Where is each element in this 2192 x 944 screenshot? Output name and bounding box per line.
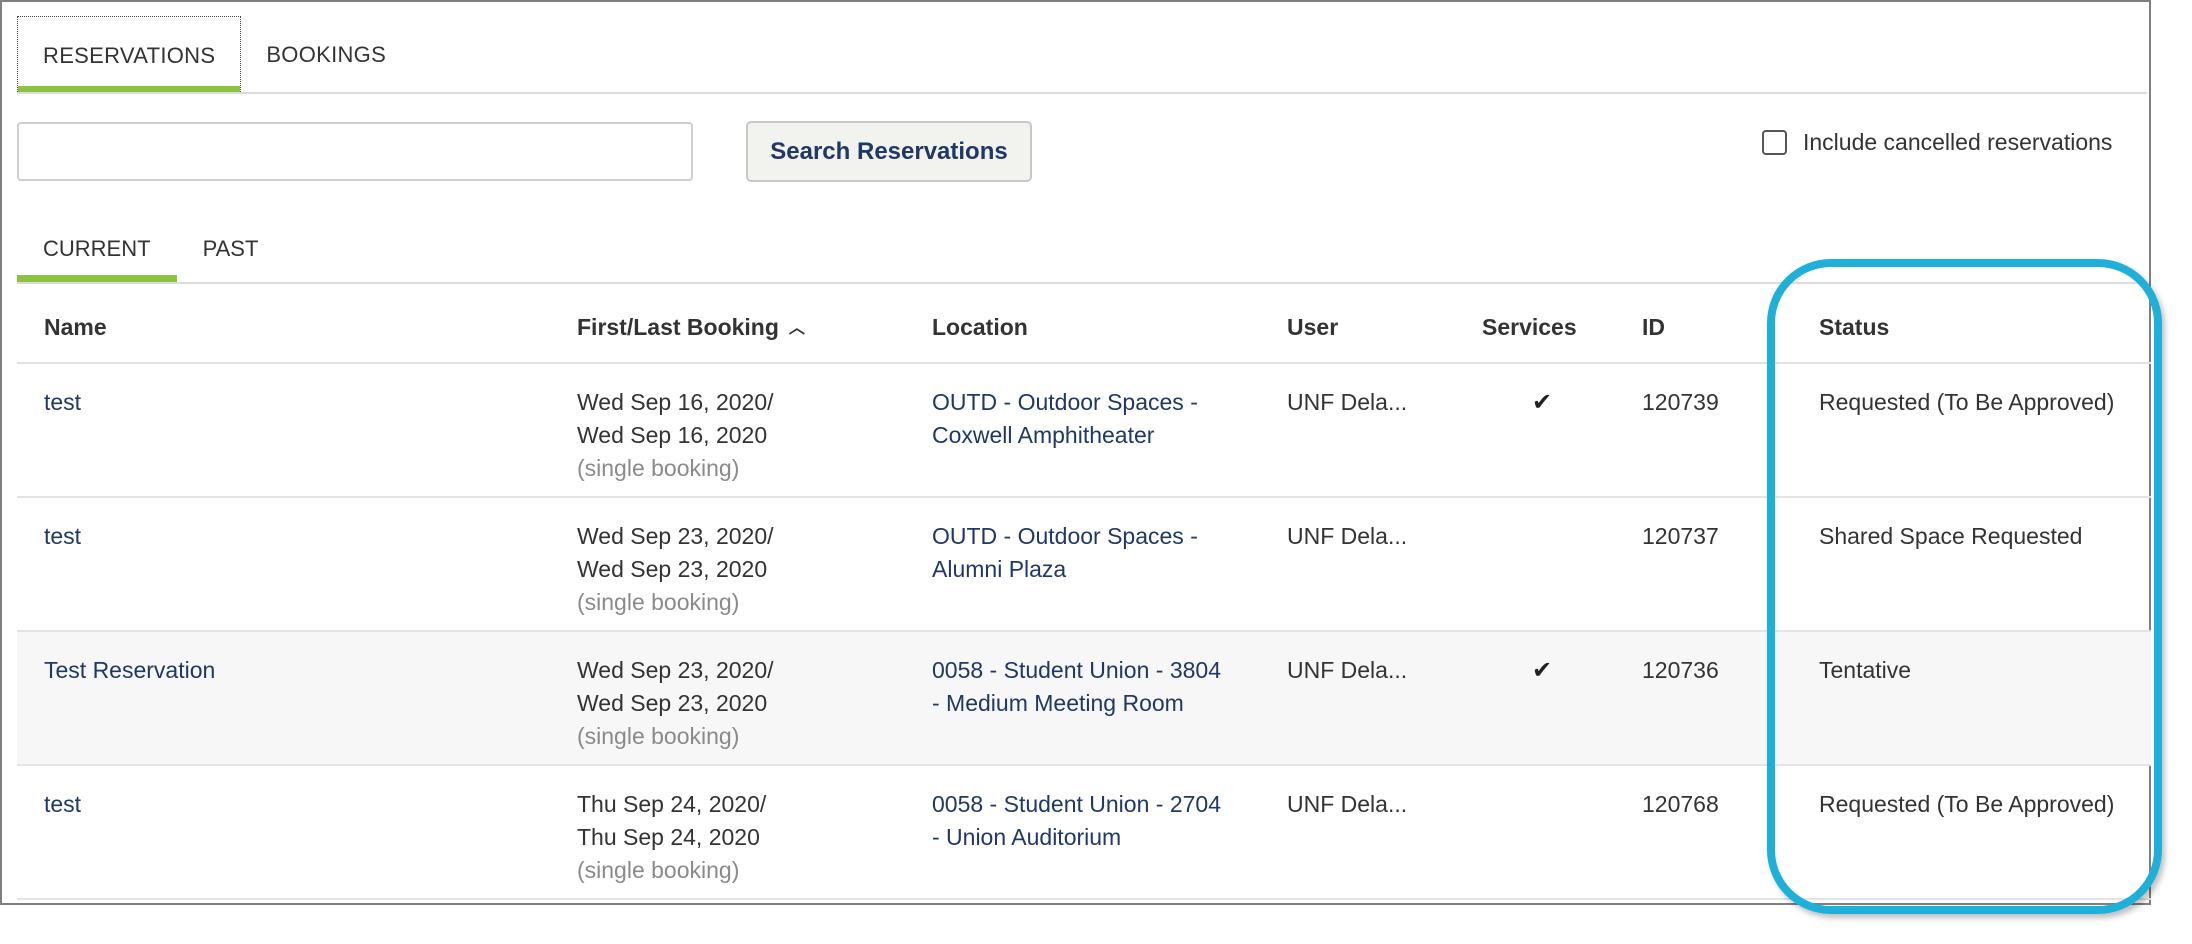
booking-note: (single booking): [577, 723, 740, 749]
last-booking: Wed Sep 23, 2020: [577, 690, 768, 716]
status-text: Requested (To Be Approved): [1819, 791, 2115, 817]
header-name[interactable]: Name: [44, 314, 107, 341]
header-location[interactable]: Location: [932, 314, 1028, 341]
location-link[interactable]: OUTD - Outdoor Spaces - Coxwell Amphithe…: [932, 386, 1198, 452]
include-cancelled-label: Include cancelled reservations: [1803, 129, 2113, 155]
tab-divider: [17, 92, 2147, 94]
last-booking: Wed Sep 16, 2020: [577, 422, 768, 448]
search-reservations-button[interactable]: Search Reservations: [746, 121, 1032, 182]
booking-note: (single booking): [577, 589, 740, 615]
reservations-panel: RESERVATIONS BOOKINGS Search Reservation…: [0, 0, 2151, 905]
header-first-last-booking[interactable]: First/Last Booking ︿: [577, 314, 805, 341]
last-booking: Thu Sep 24, 2020: [577, 824, 760, 850]
first-booking: Wed Sep 23, 2020/: [577, 657, 774, 683]
status-text: Requested (To Be Approved): [1819, 389, 2115, 415]
booking-note: (single booking): [577, 455, 740, 481]
booking-note: (single booking): [577, 857, 740, 883]
location-line-2: Coxwell Amphitheater: [932, 422, 1155, 448]
user-cell: UNF Dela...: [1287, 523, 1408, 549]
header-user[interactable]: User: [1287, 314, 1338, 341]
header-booking-label: First/Last Booking: [577, 314, 779, 340]
reservation-id: 120737: [1642, 523, 1719, 549]
user-cell: UNF Dela...: [1287, 389, 1408, 415]
top-tab-bar: RESERVATIONS BOOKINGS: [17, 16, 411, 94]
booking-dates: Wed Sep 23, 2020/ Wed Sep 23, 2020 (sing…: [577, 654, 774, 753]
location-line-1: 0058 - Student Union - 3804: [932, 657, 1221, 683]
table-header: Name First/Last Booking ︿ Location User S…: [17, 292, 2151, 364]
header-services[interactable]: Services: [1482, 314, 1577, 341]
user-cell: UNF Dela...: [1287, 791, 1408, 817]
reservation-id: 120768: [1642, 791, 1719, 817]
tab-reservations[interactable]: RESERVATIONS: [17, 16, 242, 94]
location-line-2: - Medium Meeting Room: [932, 690, 1184, 716]
checkmark-icon: ✔: [1531, 657, 1553, 684]
location-line-2: Alumni Plaza: [932, 556, 1067, 582]
header-status[interactable]: Status: [1819, 314, 1889, 341]
reservation-name-link[interactable]: test: [44, 788, 81, 821]
search-input[interactable]: [17, 122, 693, 181]
table-row: Test Reservation Wed Sep 23, 2020/ Wed S…: [17, 632, 2151, 766]
subtab-divider: [17, 282, 2147, 284]
first-booking: Thu Sep 24, 2020/: [577, 791, 767, 817]
table-row: test Wed Sep 23, 2020/ Wed Sep 23, 2020 …: [17, 498, 2151, 632]
location-line-1: OUTD - Outdoor Spaces -: [932, 523, 1198, 549]
booking-dates: Wed Sep 16, 2020/ Wed Sep 16, 2020 (sing…: [577, 386, 774, 485]
location-link[interactable]: 0058 - Student Union - 3804 - Medium Mee…: [932, 654, 1221, 720]
booking-dates: Thu Sep 24, 2020/ Thu Sep 24, 2020 (sing…: [577, 788, 766, 887]
reservation-name-link[interactable]: Test Reservation: [44, 654, 215, 687]
user-cell: UNF Dela...: [1287, 657, 1408, 683]
include-cancelled-option[interactable]: Include cancelled reservations: [1762, 129, 2112, 156]
status-text: Tentative: [1819, 657, 1912, 683]
reservation-name-link[interactable]: test: [44, 386, 81, 419]
header-id[interactable]: ID: [1642, 314, 1665, 341]
location-link[interactable]: OUTD - Outdoor Spaces - Alumni Plaza: [932, 520, 1198, 586]
include-cancelled-checkbox[interactable]: [1762, 130, 1787, 155]
first-booking: Wed Sep 23, 2020/: [577, 523, 774, 549]
tab-past[interactable]: PAST: [177, 214, 285, 284]
reservation-id: 120736: [1642, 657, 1719, 683]
location-line-2: - Union Auditorium: [932, 824, 1122, 850]
chevron-up-icon: ︿: [788, 320, 805, 337]
last-booking: Wed Sep 23, 2020: [577, 556, 768, 582]
location-link[interactable]: 0058 - Student Union - 2704 - Union Audi…: [932, 788, 1221, 854]
reservations-table: Name First/Last Booking ︿ Location User S…: [17, 292, 2151, 900]
tab-current[interactable]: CURRENT: [17, 214, 177, 284]
table-row: test Wed Sep 16, 2020/ Wed Sep 16, 2020 …: [17, 364, 2151, 498]
reservation-id: 120739: [1642, 389, 1719, 415]
location-line-1: OUTD - Outdoor Spaces -: [932, 389, 1198, 415]
reservation-name-link[interactable]: test: [44, 520, 81, 553]
first-booking: Wed Sep 16, 2020/: [577, 389, 774, 415]
sub-tab-bar: CURRENT PAST: [17, 214, 284, 284]
status-text: Shared Space Requested: [1819, 523, 2083, 549]
booking-dates: Wed Sep 23, 2020/ Wed Sep 23, 2020 (sing…: [577, 520, 774, 619]
location-line-1: 0058 - Student Union - 2704: [932, 791, 1221, 817]
table-row: test Thu Sep 24, 2020/ Thu Sep 24, 2020 …: [17, 766, 2151, 900]
checkmark-icon: ✔: [1531, 389, 1553, 416]
tab-bookings[interactable]: BOOKINGS: [241, 16, 411, 94]
